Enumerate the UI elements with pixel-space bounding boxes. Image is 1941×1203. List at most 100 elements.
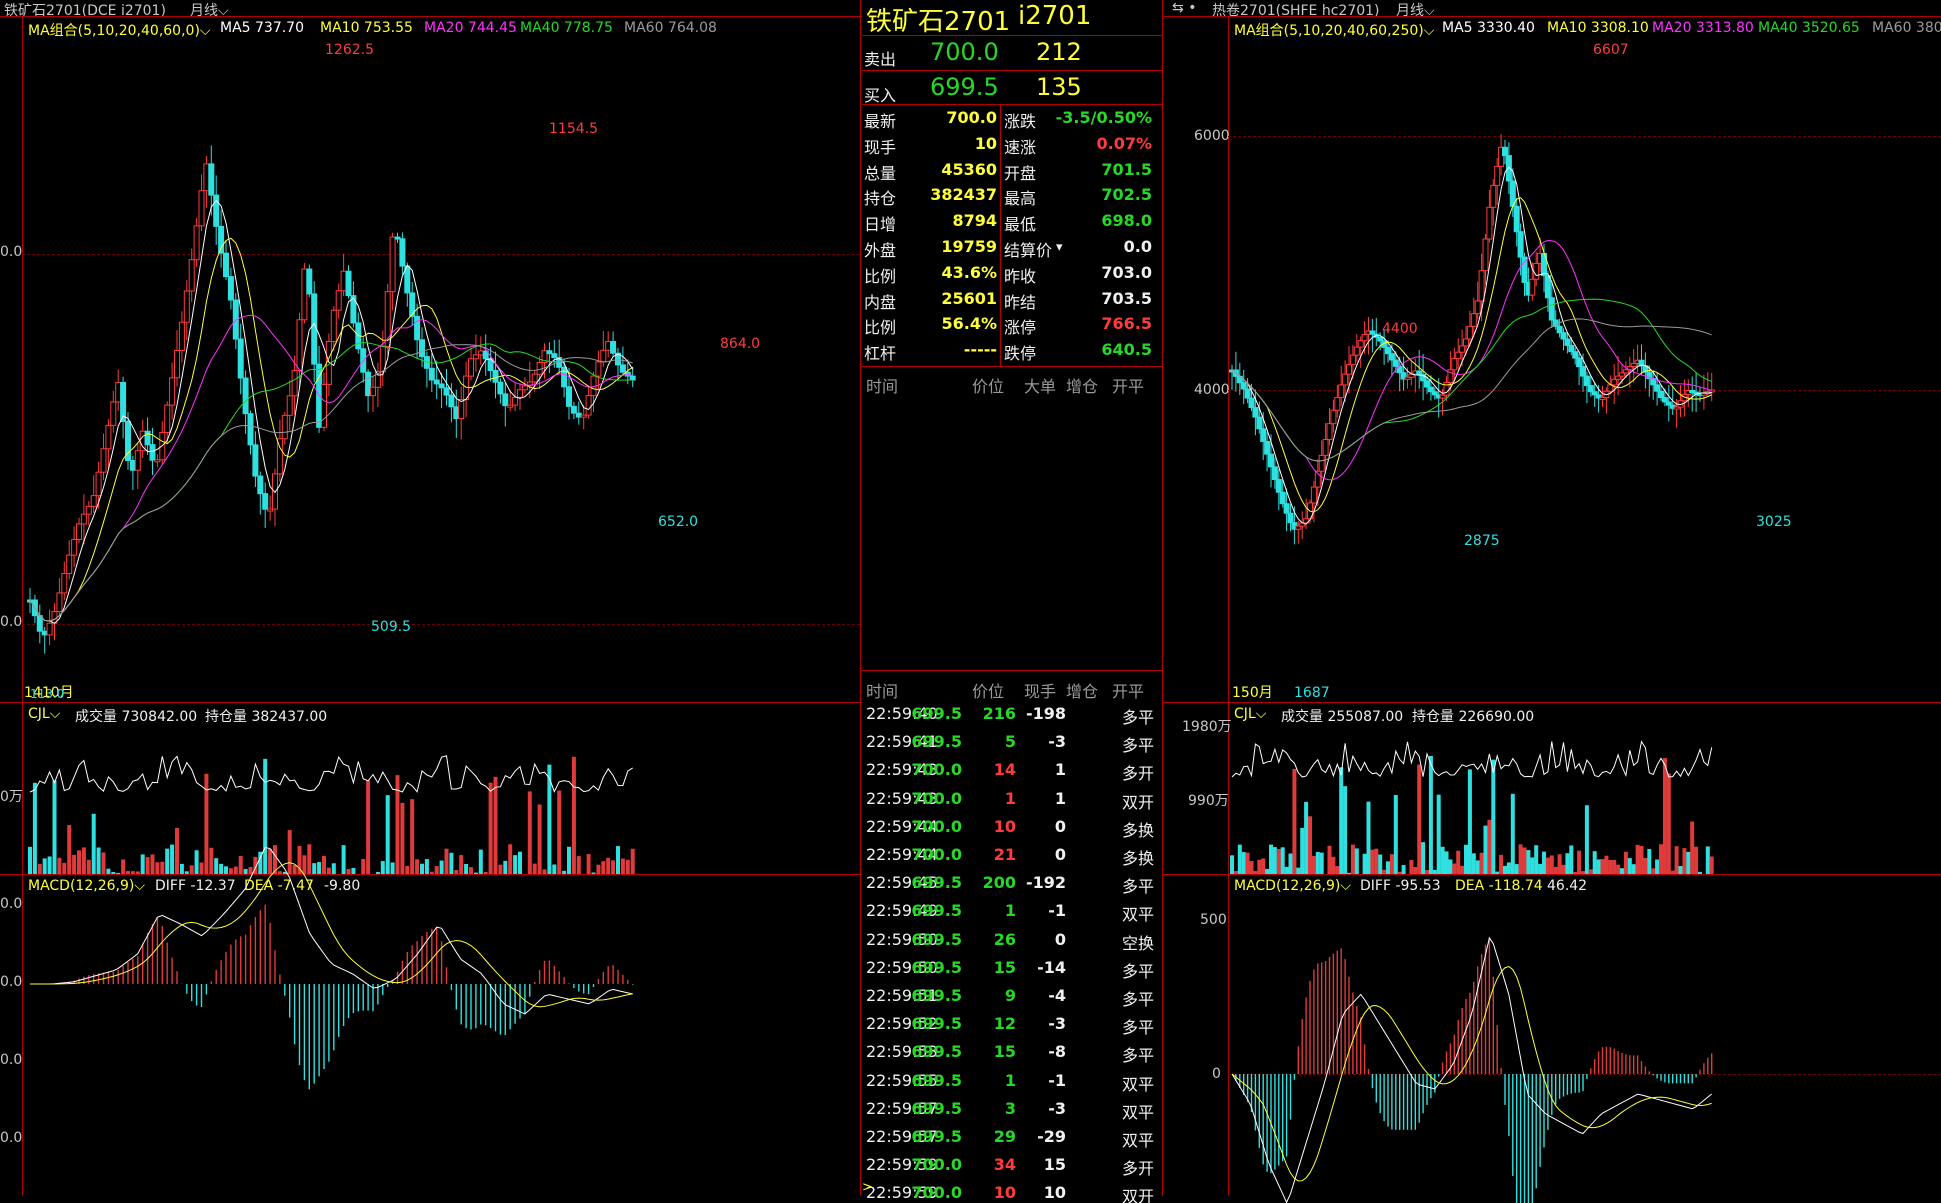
tick-row[interactable]: 22:59:51 699.5 9 -4 多平 xyxy=(864,986,1160,1014)
tick-oi-change: -14 xyxy=(1037,957,1066,977)
tick-row[interactable]: 22:59:43 700.0 1 1 双开 xyxy=(864,789,1160,817)
volume-bar xyxy=(1655,859,1660,874)
candle-body xyxy=(174,349,180,379)
tick-volume: 1 xyxy=(1004,901,1016,921)
candle-body xyxy=(1564,338,1571,346)
tick-oi-change: -3 xyxy=(1048,1098,1066,1118)
quote-value: 698.0 xyxy=(1101,211,1152,231)
volume-bar xyxy=(101,852,106,874)
tick-row[interactable]: 22:59:43 700.0 14 1 多开 xyxy=(864,760,1160,788)
volume-bar xyxy=(1584,805,1589,874)
volume-bar xyxy=(586,854,591,874)
volume-bar xyxy=(91,813,96,874)
tick-row[interactable]: 22:59:50 699.5 15 -14 多平 xyxy=(864,958,1160,986)
tick-row[interactable]: 22:59:49 699.5 1 -1 双平 xyxy=(864,901,1160,929)
volume-bar xyxy=(390,862,395,874)
candle-body xyxy=(619,364,626,373)
tick-row[interactable]: 22:59:40 699.5 216 -198 多平 xyxy=(864,704,1160,732)
volume-bar xyxy=(1335,866,1340,874)
candle-body xyxy=(1330,409,1337,425)
right-chart-panel[interactable]: ⇆ • 热卷2701(SHFE hc2701) 月线⌵ MA组合(5,10,20… xyxy=(1164,0,1941,1203)
volume-bar xyxy=(1627,858,1632,874)
volume-bar xyxy=(1261,858,1266,874)
volume-bar xyxy=(52,780,57,874)
volume-bar xyxy=(1460,865,1465,874)
candle-body xyxy=(1248,397,1255,409)
column-header: 开平 xyxy=(1112,377,1145,396)
tick-row[interactable]: 22:59:57 699.5 3 -3 双平 xyxy=(864,1099,1160,1127)
quote-row: 比例 43.6% 昨收 703.0 xyxy=(864,263,1160,289)
volume-bar xyxy=(1534,845,1539,874)
candle-body xyxy=(1392,359,1399,367)
candle-body xyxy=(561,366,568,388)
volume-bar xyxy=(175,827,179,874)
dropdown-arrow-icon[interactable]: ▾ xyxy=(1056,240,1063,255)
tick-row[interactable]: 22:59:45 699.5 200 -192 多平 xyxy=(864,873,1160,901)
sell-price[interactable]: 700.0 xyxy=(930,38,999,66)
volume-bar xyxy=(263,758,268,874)
candle-body xyxy=(1658,390,1664,399)
volume-bar xyxy=(1280,847,1285,874)
volume-bar xyxy=(464,863,469,874)
volume-bar xyxy=(557,790,562,874)
candle-body xyxy=(281,414,288,440)
quote-label: 昨收 xyxy=(1004,266,1037,286)
volume-bar xyxy=(145,857,150,874)
tick-row[interactable]: 22:59:44 700.0 10 0 多换 xyxy=(864,817,1160,845)
volume-bar xyxy=(160,861,165,874)
tick-price: 699.5 xyxy=(911,986,962,1005)
tick-oi-change: -3 xyxy=(1048,1014,1066,1034)
volume-bar xyxy=(214,858,219,874)
right-macd-chart xyxy=(1231,936,1713,1203)
tick-row[interactable]: 22:59:52 699.5 12 -3 多平 xyxy=(864,1014,1160,1042)
candle-body xyxy=(1455,351,1462,360)
tick-row[interactable]: 22:59:50 699.5 26 0 空换 xyxy=(864,930,1160,958)
candle-body xyxy=(448,394,455,408)
tick-price: 700.0 xyxy=(911,1155,962,1175)
volume-bar xyxy=(1686,851,1691,874)
quote-row: 杠杆 ----- 跌停 640.5 xyxy=(864,340,1160,366)
volume-bar xyxy=(224,866,228,874)
tick-row[interactable]: 22:59:53 699.5 15 -8 多平 xyxy=(864,1042,1160,1070)
candle-body xyxy=(497,381,504,395)
tick-row[interactable]: 22:59:59 700.0 34 15 多开 xyxy=(864,1155,1160,1183)
candle-body xyxy=(321,383,327,428)
left-chart-panel[interactable]: 铁矿石2701(DCE i2701) 月线⌵ MA组合(5,10,20,40,6… xyxy=(0,0,862,1196)
candle-body xyxy=(183,290,190,323)
quote-value: 56.4% xyxy=(941,314,997,334)
volume-bar xyxy=(194,850,199,874)
volume-bar xyxy=(199,862,204,874)
right-low-annotation: 3025 xyxy=(1756,514,1792,530)
tick-row[interactable]: 22:59:57 699.5 29 -29 双平 xyxy=(864,1127,1160,1155)
volume-bar xyxy=(532,863,537,874)
volume-bar xyxy=(238,856,243,874)
quote-row: 现手 10 速涨 0.07% xyxy=(864,134,1160,160)
column-header: 现手 xyxy=(1024,682,1057,701)
right-low-annotation: 1687 xyxy=(1294,685,1330,701)
tick-row[interactable]: 22:59:44 700.0 21 0 多换 xyxy=(864,845,1160,873)
tick-oi-change: 0 xyxy=(1054,929,1066,949)
volume-bar xyxy=(209,847,214,874)
volume-bar xyxy=(459,855,464,874)
tick-price: 699.5 xyxy=(911,873,962,893)
volume-bar xyxy=(62,862,67,874)
volume-bar xyxy=(1643,857,1648,874)
buy-price[interactable]: 699.5 xyxy=(930,73,999,101)
tick-row[interactable]: 22:59:55 699.5 1 -1 双平 xyxy=(864,1071,1160,1099)
tick-price: 699.5 xyxy=(911,1042,962,1062)
volume-bar xyxy=(248,866,253,874)
volume-bar xyxy=(1374,848,1379,874)
volume-bar xyxy=(150,854,155,874)
volume-bar xyxy=(1327,845,1332,874)
volume-bar xyxy=(1565,853,1570,874)
quote-value: 8794 xyxy=(952,211,997,231)
tick-row[interactable]: 22:59:41 699.5 5 -3 多平 xyxy=(864,732,1160,760)
volume-bar xyxy=(1292,768,1297,874)
quote-value: 640.5 xyxy=(1101,340,1152,360)
tick-oi-change: -1 xyxy=(1048,1070,1066,1090)
candle-body xyxy=(1260,428,1267,442)
tick-row[interactable]: 22:59:59 700.0 10 10 双开 xyxy=(864,1183,1160,1203)
quote-row: 比例 56.4% 涨停 766.5 xyxy=(864,314,1160,340)
tick-volume: 216 xyxy=(982,704,1016,723)
candle-body xyxy=(1580,366,1586,377)
